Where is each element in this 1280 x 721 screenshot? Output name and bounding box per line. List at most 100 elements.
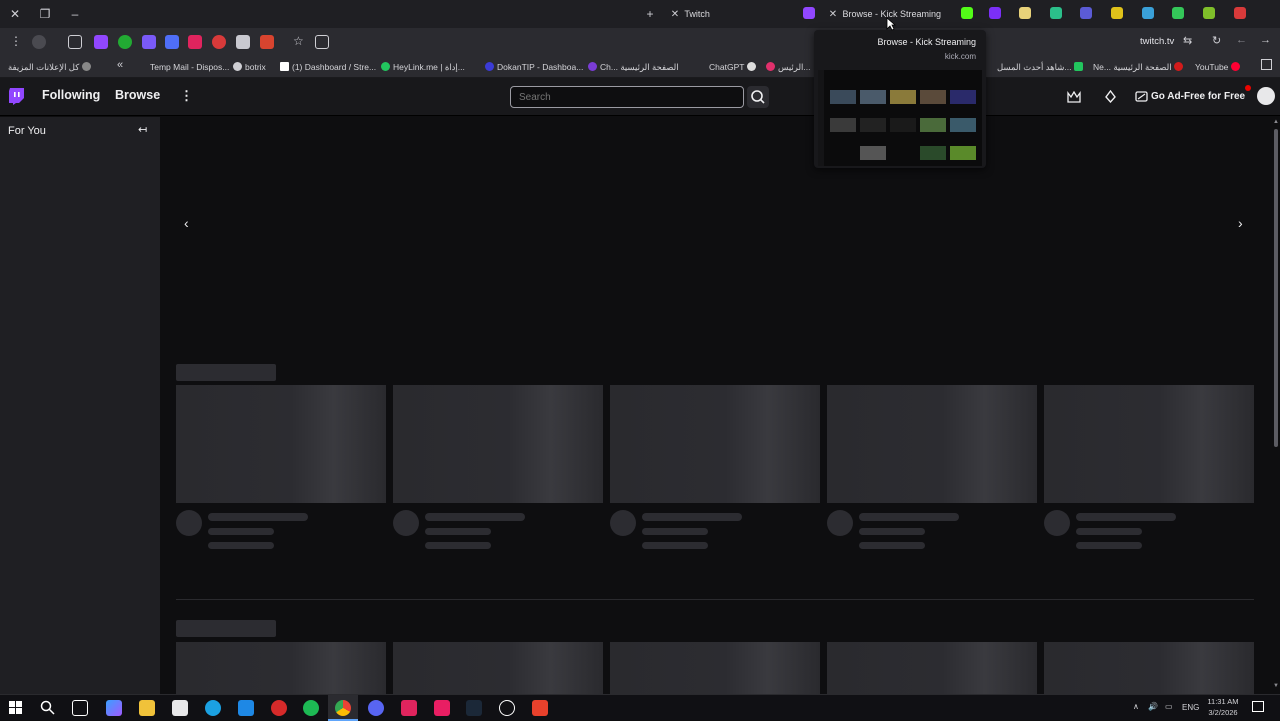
pinned-tab-icon[interactable]	[1234, 7, 1246, 19]
search-icon[interactable]	[40, 700, 55, 715]
extension-icon[interactable]	[94, 35, 108, 49]
search-input[interactable]	[510, 86, 744, 108]
app-icon[interactable]	[401, 700, 417, 716]
pinned-tab-icon[interactable]	[1019, 7, 1031, 19]
file-explorer-icon[interactable]	[139, 700, 155, 716]
pinned-tab-icon[interactable]	[1142, 7, 1154, 19]
extension-icon[interactable]	[118, 35, 132, 49]
mouse-cursor-icon	[886, 17, 896, 31]
bookmark-item[interactable]: ChatGPT	[709, 60, 759, 74]
task-view-icon[interactable]	[72, 700, 88, 716]
discord-icon[interactable]	[368, 700, 384, 716]
meta-skeleton	[859, 528, 925, 535]
bookmark-item[interactable]: (1) Dashboard / Stre...	[280, 60, 376, 74]
windows-start-icon[interactable]	[9, 701, 22, 714]
notifications-icon[interactable]	[1252, 701, 1264, 712]
spotify-icon[interactable]	[303, 700, 319, 716]
edge-icon[interactable]	[205, 700, 221, 716]
nav-browse[interactable]: Browse	[115, 88, 160, 102]
pinned-tab-icon[interactable]	[1080, 7, 1092, 19]
steam-icon[interactable]	[466, 700, 482, 716]
close-tab-icon[interactable]: ✕	[826, 5, 840, 25]
bookmark-star-icon[interactable]: ☆	[293, 34, 304, 48]
kick-tab-icon[interactable]	[961, 7, 973, 19]
all-bookmarks-icon[interactable]	[1261, 59, 1272, 70]
more-menu-icon[interactable]: ⋮	[180, 88, 193, 104]
scroll-down-icon[interactable]: ▼	[1273, 683, 1279, 689]
app-icon[interactable]	[434, 700, 450, 716]
pinned-tab-icon[interactable]	[989, 7, 1001, 19]
mail-icon[interactable]	[238, 700, 254, 716]
back-icon[interactable]: →	[1260, 34, 1271, 46]
volume-icon[interactable]: 🔊	[1148, 702, 1158, 711]
bits-icon[interactable]	[1104, 90, 1117, 103]
bookmark-item[interactable]: botrix	[233, 60, 266, 74]
copilot-icon[interactable]	[106, 700, 122, 716]
close-window-icon[interactable]: ✕	[6, 5, 24, 23]
bookmark-label: Ch... الصفحة الرئيسية	[600, 62, 679, 72]
collapse-sidebar-icon[interactable]: ↤	[138, 123, 147, 136]
site-settings-icon[interactable]: ⇆	[1183, 34, 1192, 47]
pinned-tab-icon[interactable]	[1203, 7, 1215, 19]
chevron-left-icon[interactable]: «	[117, 59, 123, 71]
carousel-prev-icon[interactable]: ‹	[184, 215, 189, 231]
go-ad-free-button[interactable]: Go Ad-Free for Free	[1151, 91, 1245, 102]
app-icon[interactable]	[532, 700, 548, 716]
extension-icon[interactable]	[260, 35, 274, 49]
extension-icon[interactable]	[188, 35, 202, 49]
bookmark-item[interactable]: الرئيس...	[766, 60, 811, 74]
bookmarks-bar: كل الإعلانات المزيفة « Temp Mail - Dispo…	[0, 56, 1280, 78]
carousel-next-icon[interactable]: ›	[1238, 215, 1243, 231]
scroll-up-icon[interactable]: ▲	[1273, 119, 1279, 125]
address-bar[interactable]: twitch.tv	[1140, 36, 1174, 47]
user-avatar[interactable]	[1257, 87, 1275, 105]
search-button[interactable]	[747, 86, 769, 108]
bookmark-item[interactable]: Ch... الصفحة الرئيسية	[588, 60, 679, 74]
instagram-icon	[766, 62, 775, 71]
twitch-logo-icon[interactable]	[9, 88, 24, 105]
bookmark-item[interactable]: YouTube	[1195, 60, 1243, 74]
page-scrollbar[interactable]: ▲ ▼	[1272, 117, 1280, 694]
clock-time[interactable]: 11:31 AM	[1206, 697, 1240, 706]
extension-icon[interactable]	[236, 35, 250, 49]
minimize-window-icon[interactable]: –	[66, 5, 84, 23]
close-tab-icon[interactable]: ✕	[668, 5, 682, 25]
bookmark-item[interactable]: شاهد أحدث المسل...	[997, 60, 1086, 74]
pinned-tab-icon[interactable]	[1172, 7, 1184, 19]
extension-icon[interactable]	[212, 35, 226, 49]
chrome-icon[interactable]	[335, 700, 351, 716]
tray-chevron-icon[interactable]: ∧	[1133, 702, 1139, 711]
restore-window-icon[interactable]: ❐	[36, 5, 54, 23]
bookmark-item[interactable]: DokanTIP - Dashboa...	[485, 60, 583, 74]
opera-icon[interactable]	[271, 700, 287, 716]
new-tab-icon[interactable]: +	[641, 5, 659, 23]
scrollbar-thumb[interactable]	[1274, 129, 1278, 447]
profile-avatar-icon[interactable]	[32, 35, 46, 49]
title-skeleton	[642, 513, 742, 521]
bookmark-item[interactable]: HeyLink.me | إداة...	[381, 60, 465, 74]
reload-icon[interactable]: ↻	[1212, 34, 1221, 47]
bookmark-item[interactable]: Ne... الصفحة الرئيسية	[1093, 60, 1186, 74]
extension-icon[interactable]	[142, 35, 156, 49]
network-icon[interactable]: ▭	[1165, 702, 1173, 711]
menu-dots-icon[interactable]: ⋮	[10, 34, 22, 48]
extension-icon[interactable]	[165, 35, 179, 49]
app-icon[interactable]	[499, 700, 515, 716]
pinned-tab-icon[interactable]	[1111, 7, 1123, 19]
store-icon[interactable]	[172, 700, 188, 716]
bookmark-item[interactable]: Temp Mail - Dispos...	[150, 60, 229, 74]
language-indicator[interactable]: ENG	[1182, 703, 1199, 712]
tab-twitch[interactable]: ✕ Twitch	[668, 4, 798, 24]
stream-card-skeleton	[393, 642, 603, 694]
crown-icon[interactable]	[1067, 91, 1081, 103]
meta-skeleton	[642, 542, 708, 549]
nav-following[interactable]: Following	[42, 88, 100, 102]
browser-toolbar: ⋮ ☆ twitch.tv ⇆ ↻ ← →	[0, 28, 1280, 56]
bookmark-label: DokanTIP - Dashboa...	[497, 62, 584, 72]
install-app-icon[interactable]	[315, 35, 329, 49]
pinned-tab-icon[interactable]	[1050, 7, 1062, 19]
extensions-icon[interactable]	[68, 35, 82, 49]
clock-date[interactable]: 3/2/2026	[1206, 708, 1240, 717]
bookmark-item[interactable]: كل الإعلانات المزيفة	[8, 60, 94, 74]
forward-icon[interactable]: ←	[1236, 34, 1247, 46]
